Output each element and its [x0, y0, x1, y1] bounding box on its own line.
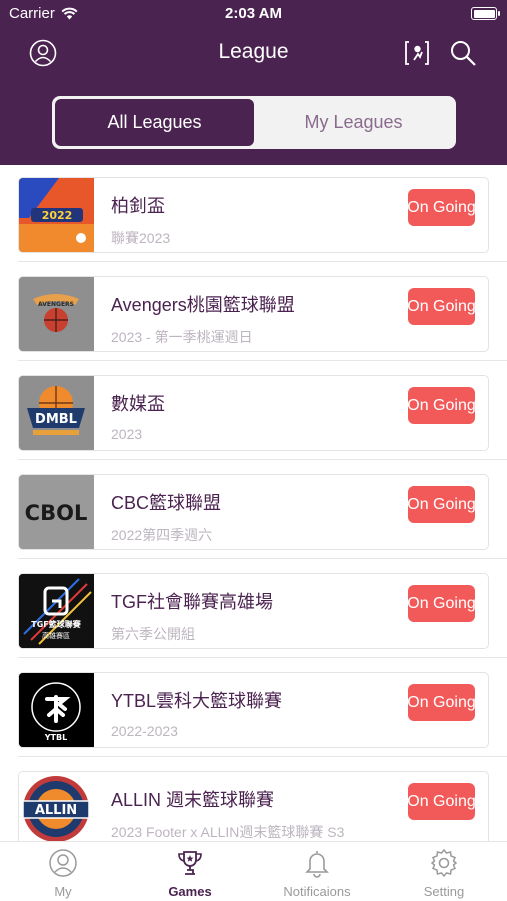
league-logo-text: 2022 — [42, 209, 73, 222]
battery-icon — [471, 7, 500, 20]
tab-games[interactable]: Games — [127, 842, 253, 901]
league-season: 聯賽2023 — [111, 230, 171, 246]
status-badge: On Going — [407, 387, 476, 424]
league-card[interactable]: CBOL CBC籃球聯盟 2022第四季週六 On Going — [18, 474, 489, 550]
all-leagues-tab[interactable]: All Leagues — [55, 99, 254, 146]
tab-setting[interactable]: Setting — [381, 842, 507, 901]
divider — [18, 558, 507, 559]
league-card[interactable]: AVENGERS Avengers桃園籃球聯盟 2023 - 第一季桃運週日 O… — [18, 276, 489, 352]
league-segment-control: All Leagues My Leagues — [52, 96, 456, 149]
league-logo-subtext: 高雄賽區 — [42, 631, 70, 640]
status-badge: On Going — [407, 684, 476, 721]
league-card[interactable]: TGF籃球聯賽 高雄賽區 TGF社會聯賽高雄場 第六季公開組 On Going — [18, 573, 489, 649]
league-logo: TGF籃球聯賽 高雄賽區 — [19, 574, 94, 648]
bell-icon — [305, 851, 329, 878]
nav-bar: League — [0, 28, 507, 78]
league-card[interactable]: DMBL 數媒盃 2023 On Going — [18, 375, 489, 451]
league-logo: ALLIN — [19, 772, 94, 841]
league-card[interactable]: 2022 柏釗盃 聯賽2023 On Going — [18, 177, 489, 253]
league-name: ALLIN 週末籃球聯賽 — [111, 790, 275, 810]
status-badge: On Going — [407, 783, 476, 820]
header: Carrier 2:03 AM League All Leagues My Le… — [0, 0, 507, 165]
status-time: 2:03 AM — [225, 5, 282, 22]
gear-icon — [430, 848, 458, 878]
search-icon[interactable] — [446, 36, 480, 70]
league-season: 第六季公開組 — [111, 626, 195, 642]
divider — [18, 657, 507, 658]
tab-setting-label: Setting — [423, 884, 465, 899]
league-list[interactable]: 2022 柏釗盃 聯賽2023 On Going AVENGERS Avenge… — [0, 165, 507, 841]
status-badge: On Going — [407, 288, 476, 325]
league-name: 柏釗盃 — [111, 196, 165, 216]
status-badge: On Going — [407, 585, 476, 622]
tab-my-label: My — [54, 884, 72, 899]
league-logo: 2022 — [19, 178, 94, 252]
league-logo-text: YTBL — [44, 733, 67, 742]
league-logo: YTBL — [19, 673, 94, 747]
league-season: 2023 — [111, 426, 143, 442]
league-name: 數媒盃 — [111, 394, 165, 414]
my-leagues-tab[interactable]: My Leagues — [254, 99, 453, 146]
league-name: YTBL雲科大籃球聯賽 — [111, 691, 283, 711]
league-name: CBC籃球聯盟 — [111, 493, 222, 513]
tab-notifications[interactable]: Notificaions — [254, 842, 380, 901]
status-badge: On Going — [407, 486, 476, 523]
league-name: Avengers桃園籃球聯盟 — [111, 295, 295, 315]
tab-my[interactable]: My — [0, 842, 126, 901]
tab-bar: My Games Notificaions Setting — [0, 841, 507, 901]
league-logo-text: CBOL — [25, 501, 88, 525]
league-logo-text: DMBL — [35, 412, 77, 427]
league-logo: DMBL — [19, 376, 94, 450]
league-card[interactable]: ALLIN ALLIN 週末籃球聯賽 2023 Footer x ALLIN週末… — [18, 771, 489, 841]
league-logo: CBOL — [19, 475, 94, 549]
basketball-card-icon[interactable] — [400, 36, 434, 70]
tab-notifications-label: Notificaions — [283, 884, 351, 899]
divider — [18, 756, 507, 757]
league-season: 2023 - 第一季桃運週日 — [111, 329, 253, 345]
league-card[interactable]: YTBL YTBL雲科大籃球聯賽 2022-2023 On Going — [18, 672, 489, 748]
league-logo-text: AVENGERS — [38, 301, 74, 308]
status-badge: On Going — [407, 189, 476, 226]
league-name: TGF社會聯賽高雄場 — [111, 592, 273, 612]
divider — [18, 459, 507, 460]
person-icon — [49, 849, 77, 877]
league-season: 2022第四季週六 — [111, 527, 213, 543]
league-season: 2022-2023 — [111, 723, 178, 739]
trophy-icon — [178, 851, 202, 875]
league-logo: AVENGERS — [19, 277, 94, 351]
league-logo-text: TGF籃球聯賽 — [31, 619, 81, 629]
tab-games-label: Games — [168, 884, 212, 899]
divider — [18, 360, 507, 361]
league-logo-text: ALLIN — [35, 803, 77, 818]
league-season: 2023 Footer x ALLIN週末籃球聯賽 S3 — [111, 824, 345, 840]
divider — [18, 261, 507, 262]
status-bar: Carrier 2:03 AM — [0, 0, 507, 28]
